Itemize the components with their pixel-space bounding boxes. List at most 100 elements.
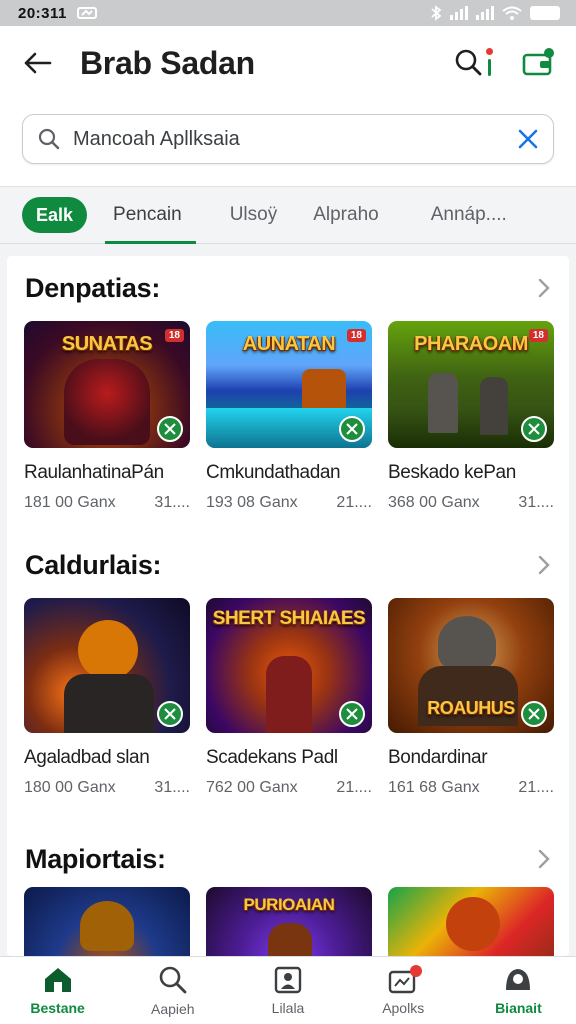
install-check xyxy=(521,416,547,442)
app-name: Agaladbad slan xyxy=(24,747,150,768)
tab-annap[interactable]: Annáp.... xyxy=(431,186,507,244)
app-size: 31.... xyxy=(154,779,190,796)
nav-item-apps[interactable]: Apolks xyxy=(346,957,461,1024)
app-meta: 181 00 Ganx 31.... xyxy=(24,494,190,512)
tab-alpraho[interactable]: Alpraho xyxy=(313,186,379,244)
app-actions xyxy=(454,48,554,78)
app-card[interactable]: SUNATAS 18 RaulanhatinaPán 181 00 Ganx 31… xyxy=(24,321,190,512)
tools-icon xyxy=(528,423,540,435)
age-badge: 18 xyxy=(164,329,184,342)
app-card[interactable]: SHERT SHIAIAES Scadekans Padl 762 00 Gan… xyxy=(206,598,372,797)
app-thumbnail: SHERT SHIAIAES xyxy=(206,598,372,733)
app-name: RaulanhatinaPán xyxy=(24,462,164,483)
section-title: Caldurlais: xyxy=(25,549,162,580)
signal-2-icon xyxy=(476,6,494,20)
app-downloads: 193 08 Ganx xyxy=(206,494,298,511)
notification-dot xyxy=(409,965,422,977)
wallet-badge xyxy=(544,48,554,58)
section-header[interactable]: Caldurlais: xyxy=(7,545,569,585)
install-check xyxy=(157,416,183,442)
search-input[interactable] xyxy=(73,127,517,151)
install-check xyxy=(339,701,365,727)
page-title: Brab Sadan xyxy=(80,44,255,81)
arrow-left-icon[interactable] xyxy=(22,51,52,75)
nav-item-home[interactable]: Bestane xyxy=(0,957,115,1024)
app-thumbnail: ROAUHUS xyxy=(388,598,554,733)
status-bar: 20:311 xyxy=(0,0,576,26)
app-thumbnail: PHARAOAM 18 xyxy=(388,321,554,448)
search-icon xyxy=(38,128,60,150)
nav-item-gallery[interactable]: Lilala xyxy=(230,957,345,1024)
search-box[interactable] xyxy=(22,114,554,164)
app-thumbnail xyxy=(24,598,190,733)
status-time: 20:311 xyxy=(18,4,67,22)
app-card[interactable]: PURIOAIAN xyxy=(206,887,372,956)
status-left: 20:311 xyxy=(18,5,97,22)
section-denpatias: Denpatias: SUNATAS 18 RaulanhatinaPán 18… xyxy=(7,268,569,538)
app-size: 21.... xyxy=(336,779,372,796)
app-meta: 161 68 Ganx 21.... xyxy=(388,779,554,797)
tab-ulsoy[interactable]: Ulsoÿ xyxy=(230,186,278,244)
soldier-figure xyxy=(480,377,508,435)
tab-pencain[interactable]: Pencain xyxy=(105,186,196,244)
tab-label: Annáp.... xyxy=(430,204,507,225)
app-row: SUNATAS 18 RaulanhatinaPán 181 00 Ganx 31… xyxy=(24,321,554,512)
app-card[interactable]: Agaladbad slan 180 00 Ganx 31.... xyxy=(24,598,190,797)
chevron-right-icon[interactable] xyxy=(537,277,551,299)
content-panel: Denpatias: SUNATAS 18 RaulanhatinaPán 18… xyxy=(7,256,569,956)
nav-label: Apolks xyxy=(382,999,425,1016)
app-thumbnail xyxy=(388,887,554,956)
chevron-right-icon[interactable] xyxy=(537,848,551,870)
age-badge: 18 xyxy=(528,329,548,342)
hero-figure xyxy=(64,359,150,445)
section-title: Mapiortais: xyxy=(25,843,166,874)
search-button[interactable] xyxy=(454,48,494,78)
app-card[interactable]: ROAUHUS Bondardinar 161 68 Ganx 21.... xyxy=(388,598,554,797)
section-mapiortais: Mapiortais: PURIOAIAN xyxy=(7,839,569,956)
gallery-icon xyxy=(274,966,302,993)
app-meta: 762 00 Ganx 21.... xyxy=(206,779,372,797)
app-downloads: 180 00 Ganx xyxy=(24,779,116,796)
soldier-figure xyxy=(428,373,458,433)
section-header[interactable]: Mapiortais: xyxy=(7,839,569,879)
app-row: PURIOAIAN xyxy=(24,887,554,956)
nav-label: Lilala xyxy=(271,999,305,1016)
hero-figure xyxy=(78,620,138,680)
install-check xyxy=(157,701,183,727)
app-card[interactable] xyxy=(388,887,554,956)
search-icon xyxy=(159,966,187,993)
section-caldurlais: Caldurlais: Agaladbad slan 180 00 Ganx 31… xyxy=(7,545,569,825)
app-downloads: 368 00 Ganx xyxy=(388,494,480,511)
app-size: 21.... xyxy=(518,779,554,796)
tools-icon xyxy=(346,708,358,720)
app-card[interactable] xyxy=(24,887,190,956)
tab-ealk[interactable]: Ealk xyxy=(22,186,88,244)
bottom-nav: Bestane Aapieh Lilala Apolks Bianait xyxy=(0,956,576,1024)
indicator-bar xyxy=(488,59,491,76)
tab-chip: Ealk xyxy=(22,197,88,233)
app-size: 21.... xyxy=(336,494,372,511)
nav-label: Bianait xyxy=(495,999,542,1016)
wallet-button[interactable] xyxy=(522,48,554,78)
category-tabs: Ealk Pencain Ulsoÿ Alpraho Annáp.... xyxy=(0,186,576,244)
close-icon[interactable] xyxy=(517,128,539,150)
app-name: Scadekans Padl xyxy=(206,747,338,768)
app-meta: 180 00 Ganx 31.... xyxy=(24,779,190,797)
app-name: Bondardinar xyxy=(388,747,488,768)
tools-icon xyxy=(528,708,540,720)
tools-icon xyxy=(164,423,176,435)
chevron-right-icon[interactable] xyxy=(537,554,551,576)
app-card[interactable]: AUNATAN 18 Cmkundathadan 193 08 Ganx 21..… xyxy=(206,321,372,512)
app-thumbnail xyxy=(24,887,190,956)
account-icon xyxy=(506,968,531,990)
search-icon xyxy=(455,49,482,76)
app-name: Beskado kePan xyxy=(388,462,516,483)
app-card[interactable]: PHARAOAM 18 Beskado kePan 368 00 Ganx 31.… xyxy=(388,321,554,512)
hero-figure xyxy=(446,897,500,951)
nav-item-search[interactable]: Aapieh xyxy=(115,957,230,1024)
nav-item-account[interactable]: Bianait xyxy=(461,957,576,1024)
section-header[interactable]: Denpatias: xyxy=(7,268,569,308)
app-row: Agaladbad slan 180 00 Ganx 31.... SHERT S… xyxy=(24,598,554,797)
age-badge: 18 xyxy=(346,329,366,342)
section-title: Denpatias: xyxy=(25,272,161,303)
